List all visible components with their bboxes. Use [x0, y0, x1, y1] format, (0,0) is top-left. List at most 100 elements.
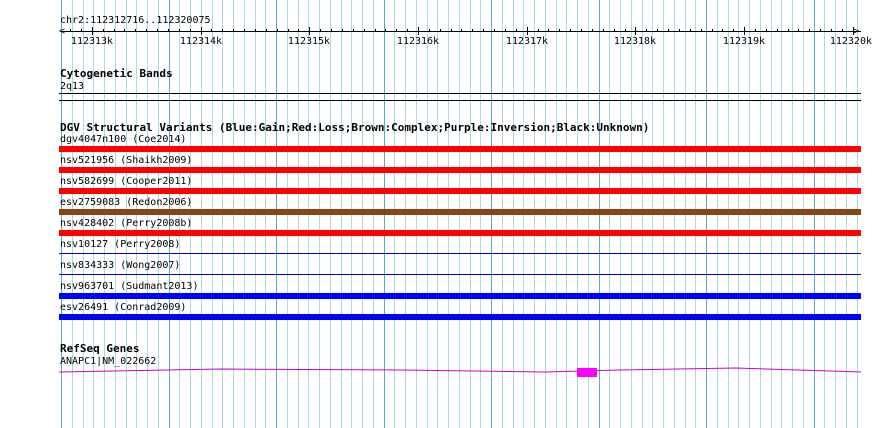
ruler-minor-tick: [690, 29, 691, 32]
ruler-minor-tick: [277, 29, 278, 32]
dgv-variant-label: nsv10127 (Perry2008): [60, 239, 181, 250]
ruler-minor-tick: [570, 29, 571, 32]
locus-label: chr2:112312716..112320075: [60, 15, 211, 26]
ruler-minor-tick: [320, 29, 321, 32]
ruler-minor-tick: [777, 29, 778, 32]
ruler-tick-label: 112317k: [505, 36, 549, 47]
ruler-major-tick: [201, 27, 202, 35]
dgv-variant-label: nsv834333 (Wong2007): [60, 260, 181, 271]
ruler-minor-tick: [668, 29, 669, 32]
ruler-minor-tick: [679, 29, 680, 32]
ruler-major-tick: [309, 27, 310, 35]
ruler-minor-tick: [244, 29, 245, 32]
ruler-minor-tick: [211, 29, 212, 32]
dgv-variant-bar[interactable]: [59, 230, 861, 236]
dgv-variant-bar[interactable]: [59, 314, 861, 320]
ruler-minor-tick: [179, 29, 180, 32]
ruler-minor-tick: [222, 29, 223, 32]
ruler-minor-tick: [820, 29, 821, 32]
ruler-minor-tick: [592, 29, 593, 32]
dgv-variant-label: nsv963701 (Sudmant2013): [60, 281, 199, 292]
ruler-minor-tick: [135, 29, 136, 32]
ruler-major-tick: [635, 27, 636, 35]
ruler-minor-tick: [505, 29, 506, 32]
ruler-minor-tick: [494, 29, 495, 32]
ruler-minor-tick: [548, 29, 549, 32]
dgv-track-title[interactable]: DGV Structural Variants (Blue:Gain;Red:L…: [60, 122, 649, 133]
dgv-variant-bar[interactable]: [59, 253, 861, 254]
dgv-variant-bar[interactable]: [59, 188, 861, 194]
dgv-variant-label: esv26491 (Conrad2009): [60, 302, 187, 313]
ruler-minor-tick: [331, 29, 332, 32]
dgv-variant-label: esv2759083 (Redon2006): [60, 197, 193, 208]
cyto-band-label: 2q13: [60, 81, 85, 92]
refseq-track-title[interactable]: RefSeq Genes: [60, 343, 139, 354]
dgv-variant-label: nsv582699 (Cooper2011): [60, 176, 193, 187]
ruler-tick-label: 112318k: [613, 36, 657, 47]
ruler-minor-tick: [809, 29, 810, 32]
ruler-minor-tick: [559, 29, 560, 32]
ruler-minor-tick: [190, 29, 191, 32]
ruler-tick-label: 112320k: [829, 36, 872, 47]
dgv-variant-label: dgv4047n100 (Coe2014): [60, 134, 187, 145]
ruler-minor-tick: [701, 29, 702, 32]
ruler-minor-tick: [298, 29, 299, 32]
ruler-minor-tick: [755, 29, 756, 32]
ruler-minor-tick: [451, 29, 452, 32]
ruler-minor-tick: [788, 29, 789, 32]
ruler-minor-tick: [168, 29, 169, 32]
ruler-minor-tick: [472, 29, 473, 32]
ruler-minor-tick: [70, 29, 71, 32]
refseq-gene-label: ANAPC1|NM_022662: [60, 356, 157, 367]
ruler-minor-tick: [581, 29, 582, 32]
ruler-minor-tick: [440, 29, 441, 32]
ruler-minor-tick: [255, 29, 256, 32]
dgv-variant-bar[interactable]: [59, 167, 861, 173]
ruler-minor-tick: [353, 29, 354, 32]
ruler-major-tick: [744, 27, 745, 35]
ruler-tick-label: 112319k: [722, 36, 766, 47]
ruler-tick-label: 112313k: [70, 36, 114, 47]
ruler-tick-label: 112316k: [396, 36, 440, 47]
ruler-minor-tick: [396, 29, 397, 32]
ruler-minor-tick: [114, 29, 115, 32]
ruler-minor-tick: [733, 29, 734, 32]
dgv-variant-bar[interactable]: [59, 209, 861, 215]
ruler-major-tick: [418, 27, 419, 35]
ruler-minor-tick: [798, 29, 799, 32]
ruler-minor-tick: [288, 29, 289, 32]
ruler-minor-tick: [603, 29, 604, 32]
ruler-minor-tick: [157, 29, 158, 32]
ruler-minor-tick: [722, 29, 723, 32]
ruler-minor-tick: [146, 29, 147, 32]
ruler-minor-tick: [266, 29, 267, 32]
ruler-major-tick: [853, 27, 854, 35]
cyto-track-title[interactable]: Cytogenetic Bands: [60, 68, 173, 79]
ruler-minor-tick: [342, 29, 343, 32]
ruler-minor-tick: [712, 29, 713, 32]
ruler-minor-tick: [842, 29, 843, 32]
ruler-minor-tick: [831, 29, 832, 32]
ruler-minor-tick: [233, 29, 234, 32]
ruler-minor-tick: [625, 29, 626, 32]
ruler-minor-tick: [657, 29, 658, 32]
genome-browser-track-view: chr2:112312716..112320075 < > 112313k 112…: [0, 0, 890, 428]
ruler-minor-tick: [516, 29, 517, 32]
dgv-variant-label: nsv521956 (Shaikh2009): [60, 155, 193, 166]
cyto-band-line-bottom[interactable]: [59, 100, 861, 101]
dgv-variant-bar[interactable]: [59, 146, 861, 152]
ruler-minor-tick: [483, 29, 484, 32]
dgv-variant-bar[interactable]: [59, 293, 861, 299]
ruler-minor-tick: [429, 29, 430, 32]
ruler-minor-tick: [461, 29, 462, 32]
dgv-variant-bar[interactable]: [59, 274, 861, 275]
ruler-major-tick: [92, 27, 93, 35]
cyto-band-line-top[interactable]: [59, 93, 861, 94]
ruler-major-tick: [527, 27, 528, 35]
ruler-minor-tick: [103, 29, 104, 32]
ruler-minor-tick: [614, 29, 615, 32]
ruler-minor-tick: [646, 29, 647, 32]
ruler-minor-tick: [375, 29, 376, 32]
ruler-tick-label: 112315k: [287, 36, 331, 47]
ruler-minor-tick: [407, 29, 408, 32]
